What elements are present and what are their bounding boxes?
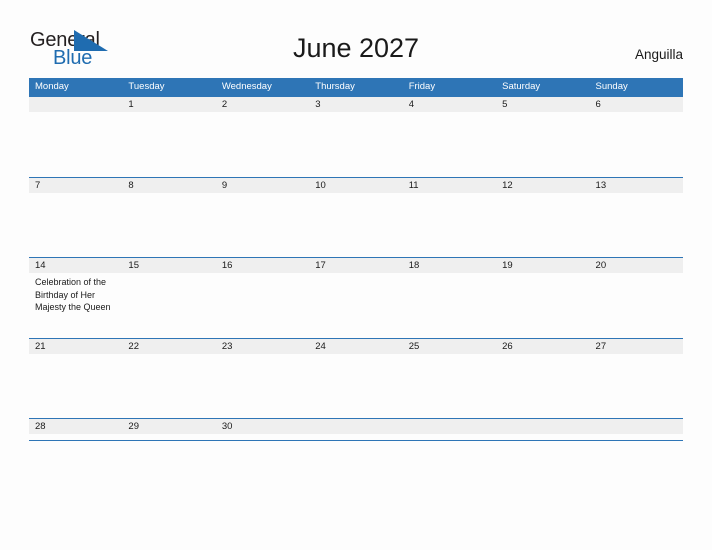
- date-number[interactable]: 8: [122, 178, 215, 193]
- day-event-text: [496, 354, 589, 418]
- weekday-header-saturday: Saturday: [502, 81, 541, 92]
- date-number[interactable]: 29: [122, 419, 215, 434]
- date-number[interactable]: 20: [590, 258, 683, 273]
- date-number-band: 1 2 3 4 5 6: [29, 97, 683, 112]
- date-number[interactable]: [590, 419, 683, 434]
- day-event-text: [122, 273, 215, 337]
- day-event-text: [403, 193, 496, 257]
- day-event-text: [122, 112, 215, 176]
- day-event-text: [403, 112, 496, 176]
- week-row: 21 22 23 24 25 26 27: [29, 337, 683, 419]
- page-header: General Blue June 2027 Anguilla: [0, 0, 712, 78]
- date-number[interactable]: 16: [216, 258, 309, 273]
- date-number[interactable]: 27: [590, 339, 683, 354]
- date-number[interactable]: [496, 419, 589, 434]
- date-number[interactable]: 10: [309, 178, 402, 193]
- day-event-text: [29, 112, 122, 176]
- weekday-header-tuesday: Tuesday: [128, 81, 165, 92]
- date-number[interactable]: 28: [29, 419, 122, 434]
- day-event-text: [309, 434, 402, 498]
- week-row: 1 2 3 4 5 6: [29, 96, 683, 177]
- day-event-text: [122, 354, 215, 418]
- day-event-text: [216, 434, 309, 498]
- date-number-band: 28 29 30: [29, 419, 683, 434]
- day-event-text: [122, 434, 215, 498]
- day-event-text: [216, 193, 309, 257]
- date-number[interactable]: 3: [309, 97, 402, 112]
- date-number-band: 7 8 9 10 11 12 13: [29, 177, 683, 193]
- date-number[interactable]: [309, 419, 402, 434]
- page-title: June 2027: [292, 33, 420, 63]
- date-number[interactable]: 15: [122, 258, 215, 273]
- date-number[interactable]: 19: [496, 258, 589, 273]
- day-event-text: [216, 112, 309, 176]
- weekday-header-friday: Friday: [408, 81, 436, 92]
- date-number[interactable]: 7: [29, 178, 122, 193]
- weekday-header-sunday: Sunday: [595, 81, 628, 92]
- weekday-header-wednesday: Wednesday: [221, 81, 272, 92]
- event-band: [29, 193, 683, 257]
- event-band: [29, 434, 683, 498]
- day-event-text: [309, 112, 402, 176]
- date-number[interactable]: 12: [496, 178, 589, 193]
- calendar-grid: Monday Tuesday Wednesday Thursday Friday…: [29, 78, 683, 499]
- date-number[interactable]: 13: [590, 178, 683, 193]
- date-number[interactable]: [29, 97, 122, 112]
- weekday-header-row: Monday Tuesday Wednesday Thursday Friday…: [29, 78, 683, 96]
- date-number[interactable]: 17: [309, 258, 402, 273]
- day-event-text: [29, 193, 122, 257]
- day-event-text: [403, 434, 496, 498]
- date-number[interactable]: 26: [496, 339, 589, 354]
- date-number-band: 21 22 23 24 25 26 27: [29, 338, 683, 354]
- date-number[interactable]: 2: [216, 97, 309, 112]
- day-event-text: [216, 273, 309, 337]
- day-event-text: [496, 273, 589, 337]
- day-event-text: [309, 354, 402, 418]
- day-event-text: [29, 434, 122, 498]
- day-event-text: Celebration of the Birthday of Her Majes…: [35, 277, 111, 313]
- date-number[interactable]: 5: [496, 97, 589, 112]
- date-number[interactable]: 9: [216, 178, 309, 193]
- date-number[interactable]: 23: [216, 339, 309, 354]
- date-number-band: 14 15 16 17 18 19 20: [29, 258, 683, 273]
- country-label: Anguilla: [634, 47, 683, 62]
- week-row: 7 8 9 10 11 12 13: [29, 176, 683, 258]
- day-event-text: [590, 273, 683, 337]
- date-number[interactable]: 4: [403, 97, 496, 112]
- day-event-text: [29, 354, 122, 418]
- day-event-text: [590, 434, 683, 498]
- date-number[interactable]: 21: [29, 339, 122, 354]
- day-event-text: [496, 112, 589, 176]
- day-event-text: [496, 193, 589, 257]
- date-number[interactable]: 22: [122, 339, 215, 354]
- day-event-text: [309, 273, 402, 337]
- date-number[interactable]: [403, 419, 496, 434]
- date-number[interactable]: 1: [122, 97, 215, 112]
- day-event-text: [403, 354, 496, 418]
- date-number[interactable]: 18: [403, 258, 496, 273]
- day-event-text: [590, 112, 683, 176]
- weekday-header-monday: Monday: [35, 81, 69, 92]
- event-band: Celebration of the Birthday of Her Majes…: [29, 273, 683, 337]
- day-event-text: [590, 193, 683, 257]
- day-event-text: [403, 273, 496, 337]
- week-row: 28 29 30: [29, 418, 683, 499]
- date-number[interactable]: 24: [309, 339, 402, 354]
- day-event-text: [590, 354, 683, 418]
- day-event-text: [496, 434, 589, 498]
- week-row: 14 15 16 17 18 19 20 Celebration of the …: [29, 257, 683, 338]
- day-event-text: [309, 193, 402, 257]
- event-band: [29, 112, 683, 176]
- date-number[interactable]: 6: [590, 97, 683, 112]
- weekday-header-thursday: Thursday: [315, 81, 355, 92]
- day-event-text: [122, 193, 215, 257]
- date-number[interactable]: 11: [403, 178, 496, 193]
- date-number[interactable]: 30: [216, 419, 309, 434]
- event-band: [29, 354, 683, 418]
- day-event-text: [216, 354, 309, 418]
- calendar-bottom-divider: [29, 440, 683, 441]
- date-number[interactable]: 25: [403, 339, 496, 354]
- date-number[interactable]: 14: [29, 258, 122, 273]
